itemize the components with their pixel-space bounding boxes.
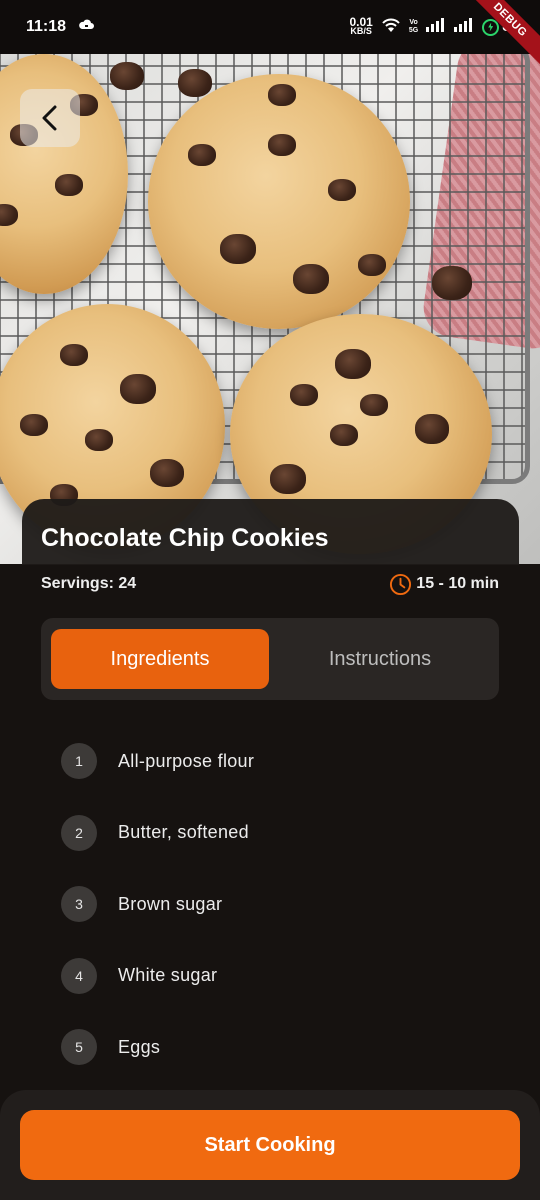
cook-time-label: 15 - 10 min: [416, 575, 499, 592]
ingredient-number: 3: [61, 886, 97, 922]
list-item: 3 Brown sugar: [61, 886, 491, 922]
chocolate-chip: [110, 62, 144, 90]
signal-icon: [426, 17, 446, 37]
ingredient-name: White sugar: [118, 965, 218, 985]
list-item: 4 White sugar: [61, 957, 491, 994]
wifi-icon: [381, 17, 401, 38]
list-item: 2 Butter, softened: [61, 814, 491, 851]
clock-icon: [390, 573, 412, 595]
recipe-tabs: Ingredients Instructions: [41, 618, 499, 700]
ingredient-number: 4: [61, 957, 97, 994]
recipe-title: Chocolate Chip Cookies: [41, 524, 329, 552]
ingredient-number: 5: [61, 1029, 97, 1065]
cookie-image: [148, 74, 410, 329]
cloud-sync-icon: [78, 18, 95, 36]
start-cooking-button[interactable]: Start Cooking: [20, 1110, 520, 1180]
status-bar: 11:18 0.01 KB/S Vo 5G 89: [0, 0, 540, 54]
status-time: 11:18: [26, 18, 67, 35]
recipe-hero-image: [0, 54, 540, 564]
tab-ingredients[interactable]: Ingredients: [51, 629, 269, 689]
recipe-info-row: Servings: 24 15 - 10 min: [41, 572, 499, 596]
ingredient-name: Butter, softened: [118, 822, 249, 842]
list-item: 5 Eggs: [61, 1029, 491, 1065]
ingredient-number: 1: [61, 743, 97, 779]
back-button[interactable]: [20, 89, 80, 147]
servings-label: Servings: 24: [41, 575, 137, 592]
status-bar-left: 11:18: [26, 0, 95, 54]
chocolate-chip: [178, 69, 212, 97]
cook-time: 15 - 10 min: [389, 573, 499, 596]
ingredient-number: 2: [61, 814, 97, 851]
tab-instructions[interactable]: Instructions: [271, 629, 489, 689]
chevron-left-icon: [42, 105, 57, 131]
ingredient-list: 1 All-purpose flour 2 Butter, softened 3…: [61, 743, 491, 1101]
volte-indicator: Vo 5G: [408, 19, 419, 34]
ingredient-name: Brown sugar: [118, 893, 223, 914]
signal-icon-2: [454, 17, 474, 37]
list-item: 1 All-purpose flour: [61, 743, 491, 779]
ingredient-name: Eggs: [118, 1036, 161, 1057]
network-speed: 0.01 KB/S: [349, 15, 373, 36]
chocolate-chip: [432, 266, 472, 300]
ingredient-name: All-purpose flour: [118, 750, 255, 771]
